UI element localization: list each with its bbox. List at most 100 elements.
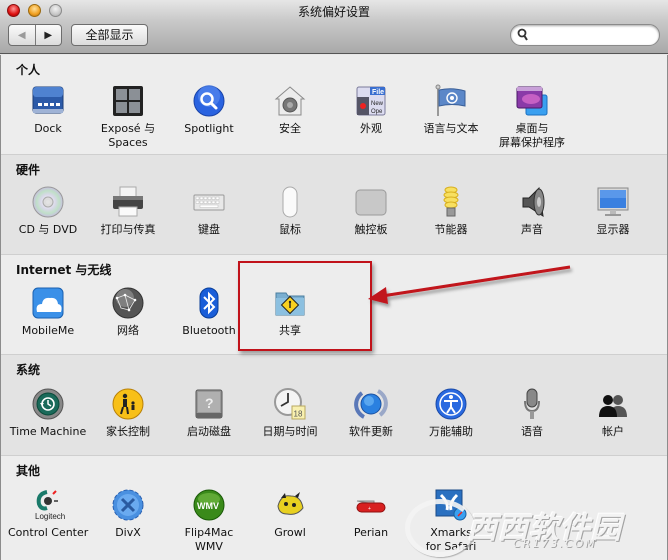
pane-label: Growl: [274, 526, 306, 539]
pane-dock[interactable]: Dock: [8, 84, 88, 136]
pane-label: 显示器: [596, 223, 630, 236]
annotation-arrow-icon: [368, 265, 571, 304]
pane-time-machine[interactable]: Time Machine: [8, 387, 88, 439]
trackpad-icon: [354, 185, 388, 219]
pane-keyboard[interactable]: 键盘: [169, 185, 249, 237]
pane-logitech-control-center[interactable]: Logitech Control Center: [8, 488, 88, 540]
flip4mac-icon: WMV: [192, 488, 226, 522]
pane-mobileme[interactable]: MobileMe: [8, 286, 88, 338]
pane-date-time[interactable]: 18 日期与时间: [250, 387, 330, 439]
wmv-badge: WMV: [197, 501, 219, 511]
pane-label: CD 与 DVD: [18, 223, 78, 236]
search-input[interactable]: [510, 24, 660, 46]
bluetooth-icon: [192, 286, 226, 320]
pane-universal-access[interactable]: 万能辅助: [411, 387, 491, 439]
pane-label: Exposé 与: [100, 122, 156, 135]
pane-appearance[interactable]: File New Ope 外观: [331, 84, 411, 136]
pane-displays[interactable]: 显示器: [573, 185, 653, 237]
toolbar: 系统偏好设置 ◀ ▶ 全部显示: [0, 0, 668, 54]
pane-sound[interactable]: 声音: [492, 185, 572, 237]
svg-text:?: ?: [205, 395, 214, 411]
pane-network[interactable]: 网络: [88, 286, 168, 338]
pane-perian[interactable]: + Perian: [331, 488, 411, 540]
pane-label: Flip4Mac: [184, 526, 234, 539]
print-fax-icon: [111, 185, 145, 219]
pane-trackpad[interactable]: 触控板: [331, 185, 411, 237]
pane-label: 家长控制: [106, 425, 150, 438]
pane-label: 鼠标: [279, 223, 301, 236]
pane-energy-saver[interactable]: 节能器: [411, 185, 491, 237]
pane-label: MobileMe: [21, 324, 75, 337]
search-icon: [517, 28, 528, 41]
highlight-box: [238, 261, 372, 351]
pane-cd-dvd[interactable]: CD 与 DVD: [8, 185, 88, 237]
pane-label: DivX: [115, 526, 141, 539]
pane-accounts[interactable]: 帐户: [573, 387, 653, 439]
back-button[interactable]: ◀: [9, 25, 36, 45]
pane-startup-disk[interactable]: ? 启动磁盘: [169, 387, 249, 439]
pane-mouse[interactable]: 鼠标: [250, 185, 330, 237]
pane-bluetooth[interactable]: Bluetooth: [169, 286, 249, 338]
startup-disk-icon: ?: [192, 387, 226, 421]
section-personal: 个人 Dock Exposé 与 Spaces Spotlight 安全 Fil…: [1, 55, 667, 155]
pane-label-line2: WMV: [195, 540, 223, 553]
forward-button[interactable]: ▶: [36, 25, 62, 45]
cd-dvd-icon: [31, 185, 65, 219]
pane-speech[interactable]: 语音: [492, 387, 572, 439]
pane-desktop-screensaver[interactable]: 桌面与 屏幕保护程序: [492, 84, 572, 150]
window-title: 系统偏好设置: [297, 5, 370, 19]
date-badge: 18: [294, 410, 303, 419]
pane-label: 语言与文本: [423, 122, 479, 135]
pane-flip4mac[interactable]: WMV Flip4Mac WMV: [169, 488, 249, 554]
svg-text:New: New: [371, 101, 384, 107]
pane-label: Control Center: [8, 526, 89, 539]
pane-parental-controls[interactable]: 家长控制: [88, 387, 168, 439]
energy-saver-icon: [434, 185, 468, 219]
section-hardware: 硬件 CD 与 DVD 打印与传真 键盘 鼠标 触控板 节能器 声音 显示器: [1, 155, 667, 255]
displays-icon: [596, 185, 630, 219]
growl-icon: [273, 488, 307, 522]
pane-expose-spaces[interactable]: Exposé 与 Spaces: [88, 84, 168, 150]
network-icon: [111, 286, 145, 320]
watermark-domain: CR173.COM: [513, 537, 597, 550]
spotlight-icon: [192, 84, 226, 118]
show-all-button[interactable]: 全部显示: [71, 24, 148, 46]
section-title: 系统: [16, 363, 41, 377]
language-text-icon: [434, 84, 468, 118]
pane-label: Bluetooth: [182, 324, 236, 337]
pane-label: 网络: [117, 324, 139, 337]
pane-label: 桌面与: [515, 122, 549, 135]
pane-security[interactable]: 安全: [250, 84, 330, 136]
watermark-logo-icon: [405, 499, 475, 557]
pane-print-fax[interactable]: 打印与传真: [88, 185, 168, 237]
date-time-icon: 18: [273, 387, 307, 421]
pane-label: 触控板: [354, 223, 388, 236]
section-title: 其他: [16, 464, 41, 478]
software-update-icon: [354, 387, 388, 421]
pane-label: 万能辅助: [429, 425, 473, 438]
pane-label: 键盘: [198, 223, 220, 236]
pane-growl[interactable]: Growl: [250, 488, 330, 540]
sound-icon: [515, 185, 549, 219]
pane-software-update[interactable]: 软件更新: [331, 387, 411, 439]
pane-language-text[interactable]: 语言与文本: [411, 84, 491, 136]
pane-label: 帐户: [602, 425, 624, 438]
pane-label: Dock: [34, 122, 62, 135]
perian-icon: +: [354, 488, 388, 522]
pane-label: 外观: [360, 122, 382, 135]
pane-divx[interactable]: DivX: [88, 488, 168, 540]
pane-spotlight[interactable]: Spotlight: [169, 84, 249, 136]
pane-label: 语音: [521, 425, 543, 438]
nav-buttons: ◀ ▶: [8, 24, 62, 46]
pane-label: Time Machine: [9, 425, 87, 438]
security-icon: [273, 84, 307, 118]
logitech-brand: Logitech: [35, 512, 65, 521]
watermark: 西西软件园 CR173.COM: [405, 495, 668, 560]
section-system: 系统 Time Machine 家长控制 ? 启动磁盘 18 日期与时间 软件更…: [1, 355, 667, 456]
forward-arrow-icon: ▶: [44, 29, 53, 41]
divx-icon: [111, 488, 145, 522]
pane-label: 日期与时间: [262, 425, 318, 438]
pane-label-line2: 屏幕保护程序: [499, 136, 565, 149]
mouse-icon: [273, 185, 307, 219]
pane-label: 安全: [279, 122, 301, 135]
